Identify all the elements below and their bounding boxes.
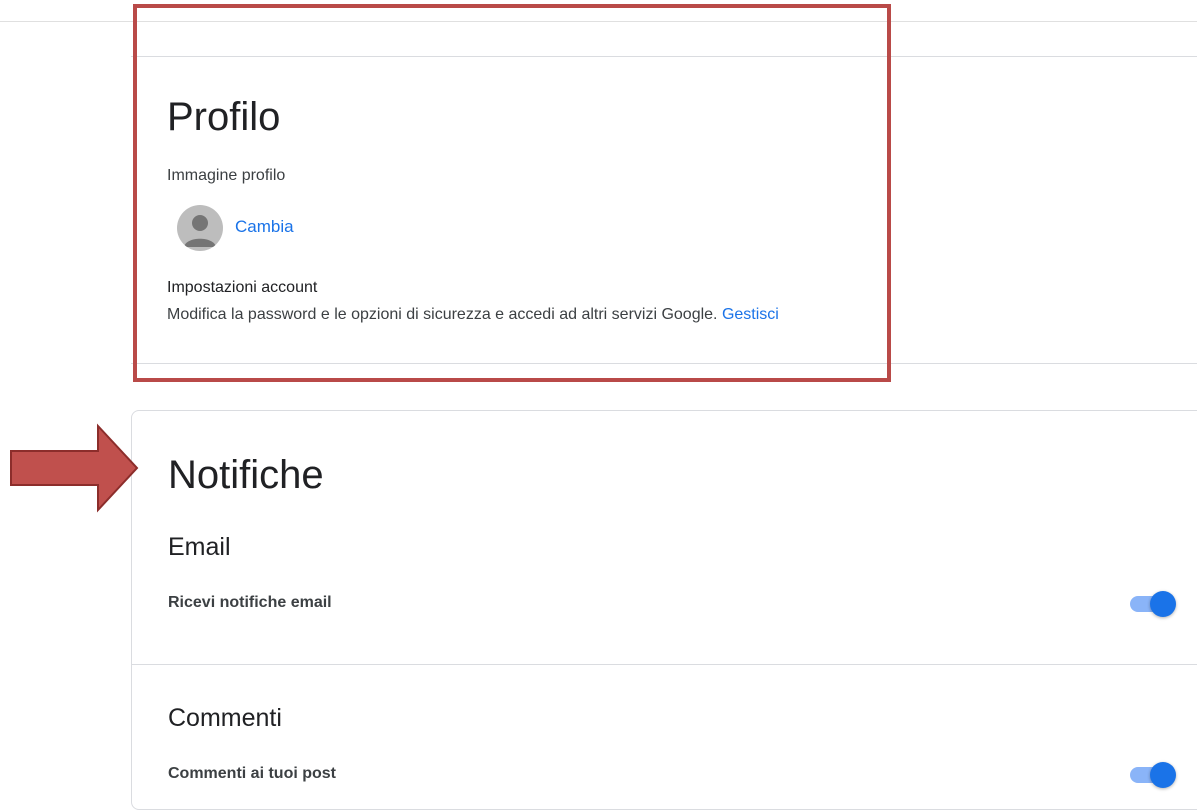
- account-settings-label: Impostazioni account: [167, 279, 318, 296]
- avatar-icon[interactable]: [177, 205, 223, 251]
- comments-section-heading: Commenti: [168, 704, 282, 732]
- manage-account-link[interactable]: Gestisci: [722, 306, 779, 323]
- toggle-thumb: [1150, 762, 1176, 788]
- profile-card: Profilo Immagine profilo Cambia Impostaz…: [131, 56, 1197, 364]
- account-settings-description: Modifica la password e le opzioni di sic…: [167, 306, 779, 324]
- change-photo-link[interactable]: Cambia: [235, 217, 294, 237]
- email-notifications-label: Ricevi notifiche email: [168, 594, 332, 611]
- top-divider: [0, 21, 1197, 22]
- notifications-title: Notifiche: [168, 453, 324, 497]
- arrow-right-icon: [10, 423, 139, 513]
- email-notifications-toggle[interactable]: [1128, 589, 1180, 619]
- account-description-text: Modifica la password e le opzioni di sic…: [167, 306, 722, 323]
- comments-notifications-toggle[interactable]: [1128, 760, 1180, 790]
- section-divider: [132, 664, 1197, 665]
- comments-notifications-label: Commenti ai tuoi post: [168, 765, 336, 782]
- profile-title: Profilo: [167, 95, 281, 139]
- email-section-heading: Email: [168, 533, 231, 561]
- toggle-thumb: [1150, 591, 1176, 617]
- notifications-card: Notifiche Email Ricevi notifiche email C…: [131, 410, 1197, 810]
- profile-image-label: Immagine profilo: [167, 167, 286, 184]
